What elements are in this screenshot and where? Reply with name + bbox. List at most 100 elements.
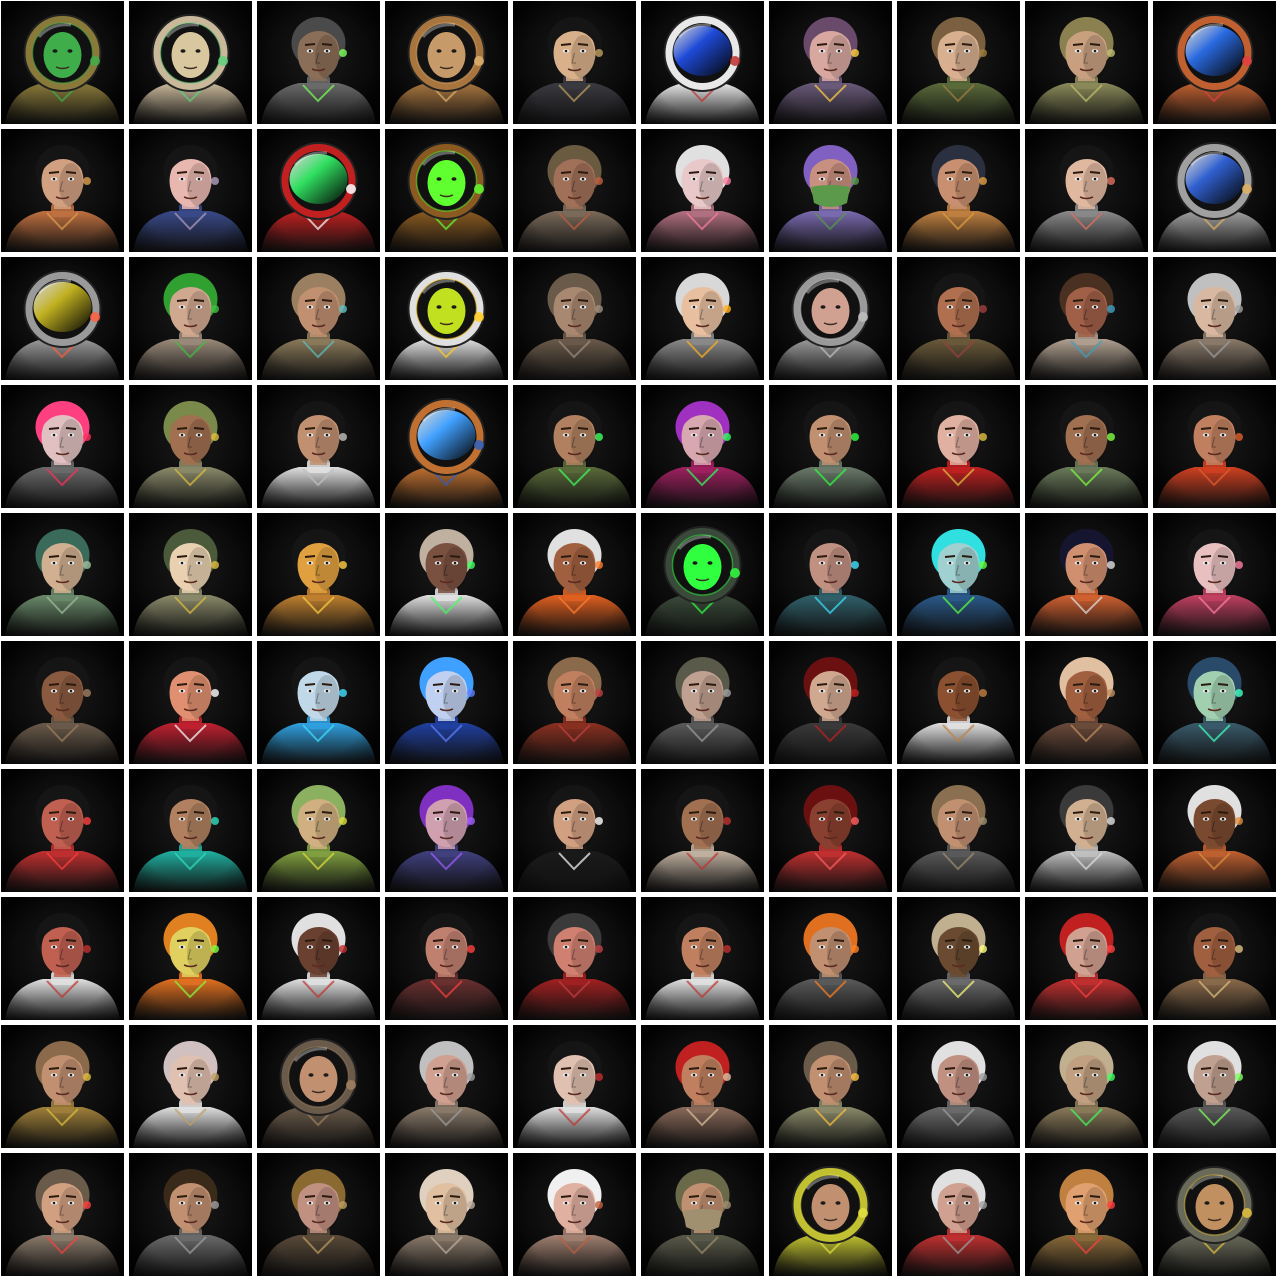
portrait-tile[interactable]: [1153, 1, 1276, 124]
portrait-tile[interactable]: [769, 385, 892, 508]
portrait-tile[interactable]: [385, 641, 508, 764]
portrait-tile[interactable]: [1025, 641, 1148, 764]
portrait-tile[interactable]: [897, 1, 1020, 124]
portrait-tile[interactable]: [1153, 129, 1276, 252]
portrait-tile[interactable]: [1, 897, 124, 1020]
portrait-tile[interactable]: [1153, 513, 1276, 636]
portrait-tile[interactable]: [513, 1153, 636, 1276]
portrait-tile[interactable]: [769, 513, 892, 636]
portrait-tile[interactable]: [769, 257, 892, 380]
portrait-tile[interactable]: [1, 1153, 124, 1276]
portrait-tile[interactable]: [129, 257, 252, 380]
portrait-tile[interactable]: [385, 1025, 508, 1148]
portrait-tile[interactable]: [1153, 1153, 1276, 1276]
portrait-tile[interactable]: [641, 129, 764, 252]
portrait-tile[interactable]: [1, 1, 124, 124]
portrait-tile[interactable]: [769, 897, 892, 1020]
portrait-tile[interactable]: [513, 129, 636, 252]
portrait-tile[interactable]: [1, 513, 124, 636]
portrait-tile[interactable]: [1, 257, 124, 380]
portrait-tile[interactable]: [897, 897, 1020, 1020]
portrait-tile[interactable]: [513, 385, 636, 508]
portrait-tile[interactable]: [513, 1025, 636, 1148]
portrait-tile[interactable]: [769, 769, 892, 892]
portrait-tile[interactable]: [897, 385, 1020, 508]
portrait-tile[interactable]: [1, 641, 124, 764]
portrait-tile[interactable]: [1, 129, 124, 252]
portrait-tile[interactable]: [641, 1153, 764, 1276]
portrait-tile[interactable]: [769, 1, 892, 124]
portrait-tile[interactable]: [385, 769, 508, 892]
portrait-tile[interactable]: [385, 129, 508, 252]
portrait-tile[interactable]: [257, 769, 380, 892]
portrait-tile[interactable]: [129, 1, 252, 124]
portrait-tile[interactable]: [513, 257, 636, 380]
portrait-tile[interactable]: [513, 897, 636, 1020]
portrait-tile[interactable]: [1, 769, 124, 892]
portrait-tile[interactable]: [641, 769, 764, 892]
portrait-tile[interactable]: [129, 1025, 252, 1148]
portrait-tile[interactable]: [897, 641, 1020, 764]
portrait-tile[interactable]: [1153, 385, 1276, 508]
portrait-tile[interactable]: [257, 1, 380, 124]
portrait-tile[interactable]: [257, 897, 380, 1020]
portrait-tile[interactable]: [257, 385, 380, 508]
portrait-tile[interactable]: [641, 385, 764, 508]
portrait-tile[interactable]: [897, 769, 1020, 892]
portrait-tile[interactable]: [1153, 1025, 1276, 1148]
portrait-tile[interactable]: [1025, 257, 1148, 380]
portrait-tile[interactable]: [129, 385, 252, 508]
portrait-tile[interactable]: [129, 1153, 252, 1276]
portrait-tile[interactable]: [1025, 1153, 1148, 1276]
portrait-tile[interactable]: [1025, 1025, 1148, 1148]
portrait-tile[interactable]: [129, 897, 252, 1020]
portrait-tile[interactable]: [641, 1025, 764, 1148]
portrait-tile[interactable]: [257, 1025, 380, 1148]
portrait-tile[interactable]: [897, 1025, 1020, 1148]
portrait-tile[interactable]: [1153, 897, 1276, 1020]
portrait-tile[interactable]: [641, 897, 764, 1020]
portrait-tile[interactable]: [1, 1025, 124, 1148]
portrait-tile[interactable]: [257, 1153, 380, 1276]
portrait-tile[interactable]: [1153, 769, 1276, 892]
portrait-tile[interactable]: [641, 1, 764, 124]
portrait-tile[interactable]: [1025, 769, 1148, 892]
portrait-tile[interactable]: [385, 513, 508, 636]
portrait-tile[interactable]: [129, 641, 252, 764]
portrait-tile[interactable]: [129, 513, 252, 636]
portrait-tile[interactable]: [897, 129, 1020, 252]
portrait-tile[interactable]: [385, 897, 508, 1020]
portrait-tile[interactable]: [641, 513, 764, 636]
portrait-tile[interactable]: [1025, 385, 1148, 508]
portrait-tile[interactable]: [769, 129, 892, 252]
portrait-tile[interactable]: [769, 1025, 892, 1148]
portrait-tile[interactable]: [1025, 1, 1148, 124]
portrait-tile[interactable]: [1025, 513, 1148, 636]
portrait-tile[interactable]: [385, 1153, 508, 1276]
portrait-tile[interactable]: [257, 641, 380, 764]
portrait-tile[interactable]: [769, 1153, 892, 1276]
portrait-tile[interactable]: [513, 1, 636, 124]
portrait-tile[interactable]: [513, 769, 636, 892]
portrait-tile[interactable]: [257, 513, 380, 636]
portrait-tile[interactable]: [641, 641, 764, 764]
portrait-tile[interactable]: [513, 513, 636, 636]
portrait-tile[interactable]: [385, 1, 508, 124]
portrait-tile[interactable]: [897, 257, 1020, 380]
portrait-tile[interactable]: [129, 129, 252, 252]
portrait-tile[interactable]: [1153, 641, 1276, 764]
portrait-tile[interactable]: [1025, 897, 1148, 1020]
portrait-tile[interactable]: [129, 769, 252, 892]
portrait-tile[interactable]: [1025, 129, 1148, 252]
portrait-tile[interactable]: [897, 1153, 1020, 1276]
portrait-tile[interactable]: [257, 129, 380, 252]
portrait-tile[interactable]: [1, 385, 124, 508]
portrait-tile[interactable]: [257, 257, 380, 380]
portrait-tile[interactable]: [1153, 257, 1276, 380]
portrait-tile[interactable]: [769, 641, 892, 764]
portrait-tile[interactable]: [385, 257, 508, 380]
portrait-tile[interactable]: [897, 513, 1020, 636]
portrait-tile[interactable]: [513, 641, 636, 764]
portrait-tile[interactable]: [385, 385, 508, 508]
portrait-tile[interactable]: [641, 257, 764, 380]
